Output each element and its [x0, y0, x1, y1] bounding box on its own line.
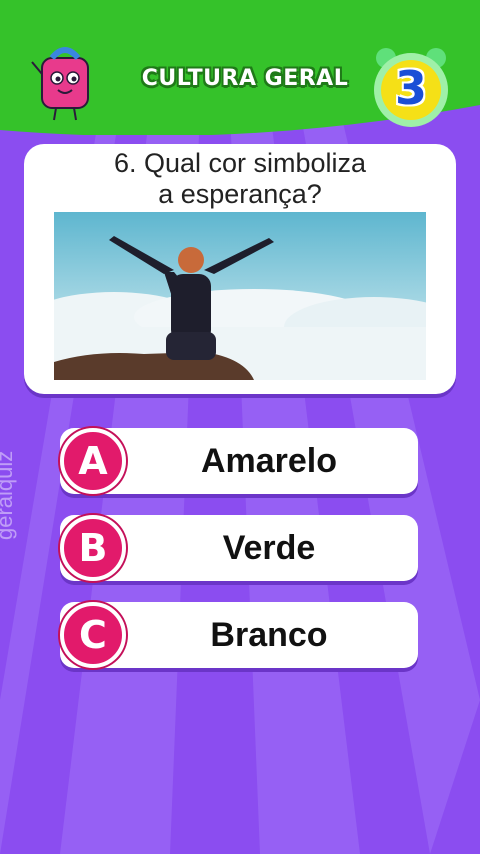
option-letter-badge: B	[60, 515, 126, 581]
question-card: 6. Qual cor simboliza a esperança?	[24, 144, 456, 394]
timer-count: 3	[394, 61, 427, 115]
question-text: 6. Qual cor simboliza a esperança?	[113, 148, 367, 209]
option-letter-badge: C	[60, 602, 126, 668]
option-letter-badge: A	[60, 428, 126, 494]
answer-label: Verde	[222, 529, 316, 567]
answer-label: Amarelo	[200, 442, 338, 480]
answer-label: Branco	[210, 616, 328, 654]
mascot-backpack-icon	[31, 47, 89, 121]
question-image	[54, 212, 426, 380]
category-title: CULTURA GERAL	[141, 66, 349, 91]
watermark: geralquiz	[0, 450, 17, 540]
